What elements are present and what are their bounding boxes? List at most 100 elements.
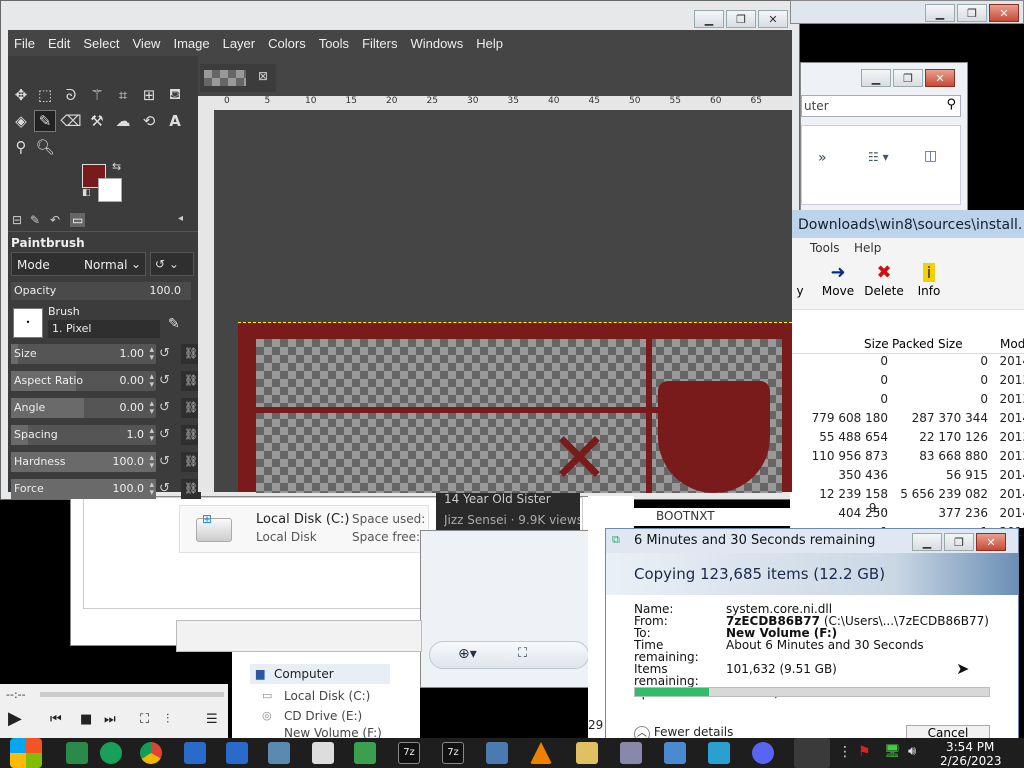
play-icon[interactable]: ▶ (8, 708, 22, 729)
spin-arrows-icon[interactable]: ▴ ▾ (149, 400, 154, 417)
file-row[interactable]: 110 956 873 83 668 880 2013 (800, 449, 1024, 468)
maximize-button[interactable]: ❐ (893, 69, 923, 87)
slider-size[interactable]: Size 1.00 ▴ ▾ (11, 344, 156, 364)
zoom-tool-icon[interactable]: 🔍︎ (34, 136, 56, 158)
vlc-icon[interactable] (530, 742, 552, 764)
undo-history-tab-icon[interactable]: ↶ (50, 213, 60, 227)
dock-menu-icon[interactable]: ◂ (178, 213, 183, 224)
volume-icon[interactable]: 🔊︎ (908, 744, 916, 759)
app-icon-13[interactable] (576, 742, 598, 764)
file-row[interactable]: 0 0 2014 (800, 354, 1024, 373)
slider-spacing[interactable]: Spacing 1.0 ▴ ▾ (11, 425, 156, 445)
overflow-icon[interactable]: ⋮ (838, 744, 852, 760)
nav-item-computer[interactable]: ▆ Computer (250, 664, 390, 684)
equalizer-icon[interactable]: ⫶ (166, 712, 169, 727)
minimize-button[interactable]: ▁ (912, 533, 942, 551)
reset-icon[interactable]: ↺ (159, 481, 170, 496)
previous-icon[interactable]: ⏮ (50, 712, 62, 727)
file-row[interactable]: 779 608 180 287 370 344 2014 (800, 411, 1024, 430)
close-button[interactable]: ✕ (758, 10, 788, 28)
slider-aspect-ratio[interactable]: Aspect Ratio 0.00 ▴ ▾ (11, 371, 156, 391)
discord-icon[interactable] (752, 742, 774, 764)
copy-button[interactable]: y (790, 264, 810, 298)
app-icon-6[interactable] (268, 742, 290, 764)
app-icon-5[interactable] (226, 742, 248, 764)
column-size[interactable]: Size (864, 337, 889, 351)
edit-brush-icon[interactable]: ✎ (168, 316, 180, 332)
transform-tool-icon[interactable]: ⊞ (138, 84, 160, 106)
menu-help[interactable]: Help (854, 241, 881, 255)
menu-tools[interactable]: Tools (810, 241, 840, 255)
close-button[interactable]: ✕ (989, 4, 1019, 22)
app-icon-14[interactable] (620, 742, 642, 764)
reset-icon[interactable]: ↺ (159, 427, 170, 442)
reset-icon[interactable]: ↺ (159, 373, 170, 388)
color-picker-tool-icon[interactable]: ⚲ (10, 136, 32, 158)
move-tool-icon[interactable]: ✥ (10, 84, 32, 106)
taskbar-time[interactable]: 3:54 PM (946, 740, 994, 754)
file-row[interactable]: 0 0 2013 (800, 373, 1024, 392)
fuzzy-select-tool-icon[interactable]: ⚚ (86, 84, 108, 106)
mode-reset-dropdown[interactable]: ↺ ⌄ (150, 252, 194, 276)
background-color-swatch[interactable] (98, 178, 122, 202)
menu-layer[interactable]: Layer (223, 36, 256, 51)
chrome-icon[interactable] (140, 742, 162, 764)
menu-help[interactable]: Help (476, 36, 503, 51)
file-row[interactable]: 55 488 654 22 170 126 2013 (800, 430, 1024, 449)
images-tab-icon[interactable]: ▭ (70, 213, 86, 227)
preview-pane-icon[interactable]: ◫ (924, 148, 937, 164)
file-row[interactable]: 404 250 377 236 2014 (800, 506, 1024, 525)
spin-arrows-icon[interactable]: ▴ ▾ (149, 481, 154, 498)
menu-colors[interactable]: Colors (268, 36, 306, 51)
app-icon-11[interactable] (486, 742, 508, 764)
nav-item-new-volume[interactable]: New Volume (F:) (262, 726, 402, 738)
local-disk-tile[interactable]: ⊞ Local Disk (C:) Local Disk Space used:… (179, 505, 429, 553)
sevenzip-task-icon-2[interactable]: 7z (442, 742, 464, 764)
smudge-tool-icon[interactable]: ☁ (112, 110, 134, 132)
menu-tools[interactable]: Tools (319, 36, 349, 51)
maximize-button[interactable]: ❐ (957, 4, 987, 22)
menu-filters[interactable]: Filters (362, 36, 397, 51)
spin-arrows-icon[interactable]: ▴ ▾ (149, 373, 154, 390)
close-image-tab-icon[interactable]: ⊠ (258, 69, 268, 83)
view-options-icon[interactable]: ☷ ▾ (868, 150, 889, 164)
fewer-details-toggle[interactable]: ︿ Fewer details (634, 725, 733, 739)
menu-select[interactable]: Select (83, 36, 119, 51)
file-row[interactable]: 0 0 2013 (800, 392, 1024, 411)
stop-icon[interactable]: ■ (80, 712, 92, 727)
slider-angle[interactable]: Angle 0.00 ▴ ▾ (11, 398, 156, 418)
maximize-button[interactable]: ❐ (944, 533, 974, 551)
menu-windows[interactable]: Windows (410, 36, 463, 51)
slider-hardness[interactable]: Hardness 100.0 ▴ ▾ (11, 452, 156, 472)
reset-icon[interactable]: ↺ (159, 454, 170, 469)
rect-select-tool-icon[interactable]: ⬚ (34, 84, 56, 106)
column-modified[interactable]: Mod (1000, 337, 1024, 351)
close-button[interactable]: ✕ (925, 69, 955, 87)
app-icon-1[interactable] (66, 742, 88, 764)
network-icon[interactable]: 🖥︎ (884, 744, 901, 759)
next-icon[interactable]: ⏭ (104, 712, 116, 727)
mode-dropdown[interactable]: Mode Normal ⌄ (11, 252, 146, 276)
brush-preview[interactable]: • (13, 308, 43, 338)
delete-button[interactable]: ✖ Delete (864, 264, 904, 299)
app-icon-16[interactable] (708, 742, 730, 764)
app-icon-2[interactable] (100, 742, 122, 764)
maximize-button[interactable]: ❐ (726, 10, 756, 28)
minimize-button[interactable]: ▁ (925, 4, 955, 22)
fit-window-icon[interactable]: ⛶ (518, 646, 527, 661)
app-icon-8[interactable] (354, 742, 376, 764)
minimize-button[interactable]: ▁ (861, 69, 891, 87)
file-row[interactable]: 12 239 158 9...5 656 239 0822014 (800, 487, 1024, 515)
clone-tool-icon[interactable]: ⚒ (86, 110, 108, 132)
slider-force[interactable]: Force 100.0 ▴ ▾ (11, 479, 156, 499)
image-tab[interactable]: ⊠ (200, 64, 276, 92)
opacity-slider[interactable]: Opacity 100.0 (11, 282, 191, 300)
spin-arrows-icon[interactable]: ▴ ▾ (149, 454, 154, 471)
column-packed-size[interactable]: Packed Size (892, 337, 963, 351)
paintbrush-tool-icon[interactable]: ✎ (34, 110, 56, 132)
seek-bar[interactable] (40, 692, 224, 697)
menu-file[interactable]: File (14, 36, 35, 51)
nav-item-cd-drive[interactable]: ◎ CD Drive (E:) (262, 706, 402, 726)
zoom-icon[interactable]: ⊕▾ (458, 646, 477, 662)
free-select-tool-icon[interactable]: ᘐ (60, 84, 82, 106)
